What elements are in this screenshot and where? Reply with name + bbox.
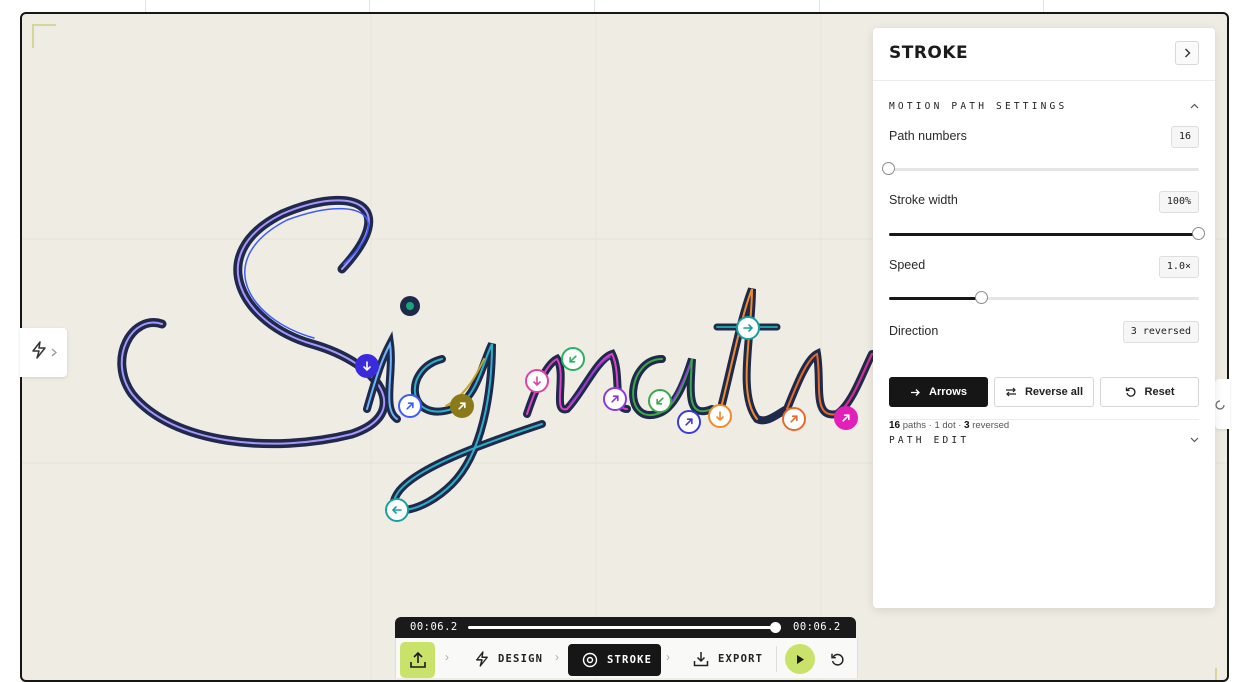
direction-arrow-marker[interactable] xyxy=(648,389,672,413)
speed-value[interactable]: 1.0× xyxy=(1158,256,1199,278)
reverse-all-button[interactable]: Reverse all xyxy=(994,377,1094,407)
timeline-knob[interactable] xyxy=(770,622,781,633)
direction-arrow-marker[interactable] xyxy=(782,407,806,431)
target-icon xyxy=(582,652,598,668)
arrows-button-label: Arrows xyxy=(929,386,967,398)
stroke-step-button[interactable]: STROKE xyxy=(568,644,661,676)
toolbar-divider xyxy=(776,646,777,672)
design-step-label: DESIGN xyxy=(498,653,544,665)
timeline-scrubber[interactable] xyxy=(468,626,775,629)
paths-summary-text: paths · 1 dot · xyxy=(902,420,962,431)
timeline-bar: 00:06.2 00:06.2 xyxy=(395,617,856,638)
rotate-ccw-icon xyxy=(1125,387,1136,397)
motion-path-settings-header[interactable]: MOTION PATH SETTINGS xyxy=(889,98,1199,114)
stroke-step-label: STROKE xyxy=(607,654,653,666)
rotate-ccw-icon xyxy=(830,653,844,666)
direction-arrow-marker[interactable] xyxy=(561,347,585,371)
chevron-right-icon xyxy=(51,344,57,362)
current-time: 00:06.2 xyxy=(410,621,458,633)
letter-s-stroke xyxy=(117,195,389,449)
bolt-icon xyxy=(476,651,488,667)
direction-arrow-marker[interactable] xyxy=(385,498,409,522)
panel-header: STROKE xyxy=(873,28,1215,81)
path-numbers-value[interactable]: 16 xyxy=(1170,126,1199,148)
right-edge-tab[interactable] xyxy=(1215,379,1230,429)
reversed-count: 3 xyxy=(964,420,970,431)
chevron-up-icon xyxy=(1190,103,1199,109)
direction-arrow-marker[interactable] xyxy=(677,410,701,434)
export-step-label: EXPORT xyxy=(718,653,764,665)
reset-button[interactable]: Reset xyxy=(1100,377,1199,407)
chevron-right-icon xyxy=(1184,48,1190,58)
path-edit-header[interactable]: PATH EDIT xyxy=(889,432,1199,448)
section-label: MOTION PATH SETTINGS xyxy=(889,100,1068,112)
stroke-width-label: Stroke width xyxy=(889,193,958,207)
panel-collapse-button[interactable] xyxy=(1175,41,1199,65)
direction-arrow-marker[interactable] xyxy=(398,394,422,418)
path-markers xyxy=(400,296,420,316)
arrow-right-icon xyxy=(911,388,920,396)
direction-arrow-marker[interactable] xyxy=(355,354,379,378)
paths-summary: 16 paths · 1 dot · 3 reversed xyxy=(889,420,1009,431)
reset-button-label: Reset xyxy=(1144,386,1175,398)
export-step-button[interactable]: EXPORT xyxy=(693,644,763,674)
direction-arrow-marker[interactable] xyxy=(450,394,474,418)
design-step-button[interactable]: DESIGN xyxy=(471,644,547,674)
direction-arrow-marker[interactable] xyxy=(834,406,858,430)
paths-count: 16 xyxy=(889,420,901,431)
speed-label: Speed xyxy=(889,258,926,272)
play-button[interactable] xyxy=(785,644,815,674)
path-numbers-label: Path numbers xyxy=(889,129,967,143)
slider-knob[interactable] xyxy=(1192,227,1205,240)
path-numbers-slider[interactable] xyxy=(882,162,1199,176)
stroke-settings-panel: STROKE MOTION PATH SETTINGS Path numbers… xyxy=(873,28,1215,608)
swap-icon xyxy=(1005,387,1016,397)
direction-arrow-marker[interactable] xyxy=(525,369,549,393)
reverse-all-button-label: Reverse all xyxy=(1024,386,1084,398)
total-time: 00:06.2 xyxy=(793,621,841,633)
step-separator: › xyxy=(555,650,559,664)
download-icon xyxy=(693,652,709,667)
step-separator: › xyxy=(445,650,449,664)
section-divider xyxy=(889,419,1199,420)
section-label: PATH EDIT xyxy=(889,434,970,446)
slider-knob[interactable] xyxy=(882,162,895,175)
direction-arrow-marker[interactable] xyxy=(736,316,760,340)
speed-slider[interactable] xyxy=(889,291,1199,305)
step-separator: › xyxy=(666,650,670,664)
tool-tab[interactable] xyxy=(20,328,67,377)
slider-knob[interactable] xyxy=(975,291,988,304)
reversed-text: reversed xyxy=(972,420,1010,431)
chevron-down-icon xyxy=(1190,437,1199,443)
stroke-width-value[interactable]: 100% xyxy=(1158,191,1199,213)
bolt-icon xyxy=(31,341,47,364)
direction-arrow-marker[interactable] xyxy=(708,404,732,428)
panel-title: STROKE xyxy=(889,43,969,63)
upload-icon xyxy=(409,651,426,668)
direction-badge: 3 reversed xyxy=(1122,321,1199,343)
replay-button[interactable] xyxy=(826,648,848,670)
stroke-width-slider[interactable] xyxy=(889,227,1205,241)
arrows-button[interactable]: Arrows xyxy=(889,377,988,407)
rotate-icon xyxy=(1215,400,1225,410)
path-start-dot[interactable] xyxy=(400,296,420,316)
direction-arrow-marker[interactable] xyxy=(603,387,627,411)
play-icon xyxy=(797,654,804,664)
direction-label: Direction xyxy=(889,324,939,338)
upload-button[interactable] xyxy=(400,642,435,678)
bottom-toolbar: › DESIGN › STROKE › EXPORT xyxy=(395,638,858,678)
